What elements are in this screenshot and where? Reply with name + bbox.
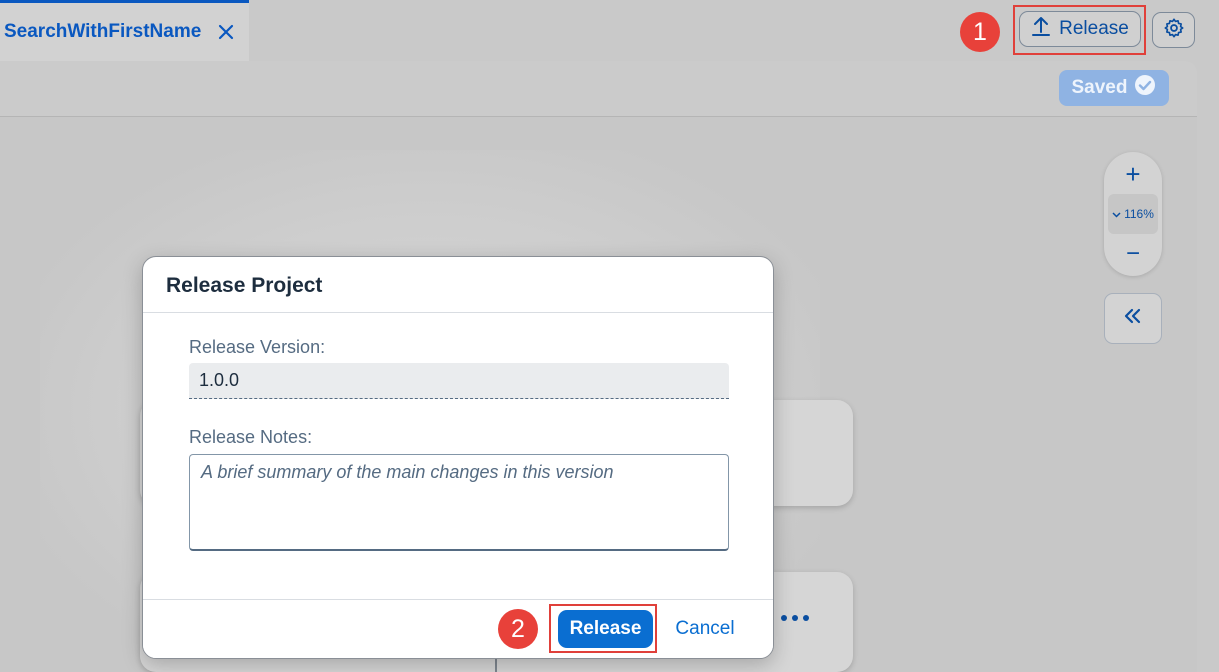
zoom-in-button[interactable]: +: [1104, 154, 1162, 194]
saved-label: Saved: [1071, 77, 1128, 98]
saved-status-badge: Saved: [1059, 70, 1169, 106]
zoom-controls: + 116% −: [1104, 152, 1162, 276]
release-notes-label: Release Notes:: [189, 427, 313, 447]
settings-button[interactable]: [1152, 12, 1195, 48]
close-icon[interactable]: [217, 23, 235, 41]
chevron-down-icon: [1112, 207, 1121, 221]
minus-icon: −: [1125, 240, 1140, 267]
release-version-label: Release Version:: [189, 337, 326, 357]
collapse-panel-button[interactable]: [1104, 293, 1162, 344]
check-circle-icon: [1134, 74, 1156, 102]
dialog-release-button[interactable]: Release: [558, 610, 653, 648]
dialog-footer: Release Cancel: [143, 599, 773, 658]
zoom-level-value: 116%: [1124, 207, 1154, 221]
zoom-level-dropdown[interactable]: 116%: [1108, 194, 1158, 234]
callout-badge-1: 1: [960, 12, 1000, 52]
zoom-out-button[interactable]: −: [1104, 234, 1162, 274]
more-icon[interactable]: [775, 606, 815, 630]
release-button[interactable]: Release: [1019, 11, 1141, 47]
dialog-divider: [143, 312, 773, 313]
plus-icon: +: [1125, 158, 1141, 189]
dialog-cancel-button[interactable]: Cancel: [663, 610, 747, 648]
dialog-title: Release Project: [166, 274, 323, 297]
gear-icon: [1163, 17, 1185, 44]
tab-label: SearchWithFirstName: [4, 21, 202, 42]
tab-searchwithfirstname[interactable]: SearchWithFirstName: [0, 0, 249, 61]
upload-icon: [1031, 15, 1051, 43]
release-version-field[interactable]: [189, 363, 729, 399]
editor-toolbar: Saved: [0, 61, 1197, 117]
release-notes-field[interactable]: [189, 454, 729, 551]
double-chevron-left-icon: [1123, 308, 1143, 329]
release-project-dialog: Release Project Release Version: Release…: [142, 256, 774, 659]
release-button-label: Release: [1059, 18, 1129, 39]
callout-badge-2: 2: [498, 609, 538, 649]
